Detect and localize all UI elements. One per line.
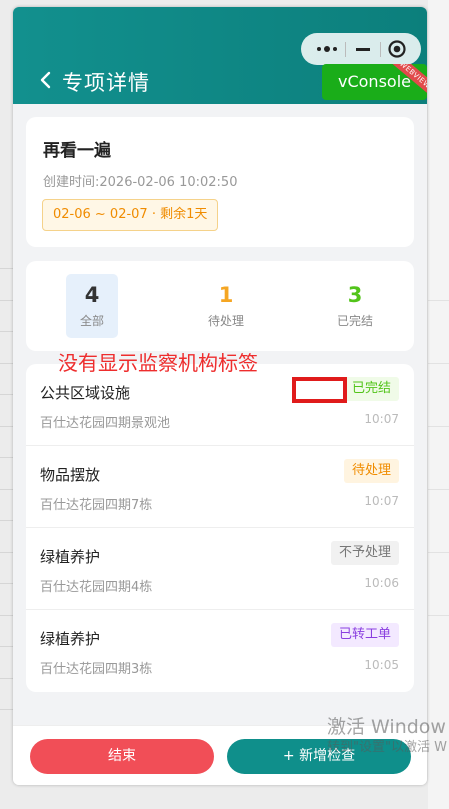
annotation-highlight-box [292, 377, 347, 403]
stat-tab-all[interactable]: 4 全部 [66, 274, 118, 338]
stat-tab-pending[interactable]: 1 待处理 [200, 274, 252, 338]
page-title: 专项详情 [62, 71, 150, 95]
capsule-divider [380, 42, 381, 57]
list-item[interactable]: 绿植养护 已转工单 百仕达花园四期3栋 10:05 [26, 610, 414, 692]
item-name: 绿植养护 [40, 630, 101, 648]
created-value: 2026-02-06 10:02:50 [99, 175, 238, 190]
item-address: 百仕达花园四期3栋 [40, 662, 153, 677]
inspection-info-card: 再看一遍 创建时间:2026-02-06 10:02:50 02-06 ~ 02… [26, 117, 414, 247]
more-dots-icon[interactable] [314, 40, 340, 58]
status-badge: 已转工单 [330, 623, 399, 647]
stat-count: 1 [218, 283, 234, 307]
status-badge: 已完结 [343, 377, 399, 401]
list-item[interactable]: 公共区域设施 已完结 百仕达花园四期景观池 10:07 [26, 364, 414, 446]
item-time: 10:06 [364, 576, 399, 590]
background-right-panel [428, 0, 449, 809]
stats-card: 4 全部 1 待处理 3 已完结 [26, 261, 414, 351]
inspection-title: 再看一遍 [43, 141, 111, 161]
item-time: 10:07 [364, 494, 399, 508]
back-arrow-icon[interactable] [38, 71, 54, 89]
add-check-button[interactable]: + 新增检查 [227, 739, 411, 774]
item-time: 10:05 [364, 658, 399, 672]
item-name: 绿植养护 [40, 548, 101, 566]
item-address: 百仕达花园四期4栋 [40, 580, 153, 595]
stat-count: 3 [347, 283, 363, 307]
item-time: 10:07 [364, 412, 399, 426]
stat-label: 待处理 [207, 314, 244, 328]
created-label: 创建时间: [43, 175, 100, 190]
created-time: 创建时间:2026-02-06 10:02:50 [43, 171, 237, 190]
end-button[interactable]: 结束 [30, 739, 214, 774]
miniprogram-capsule [301, 33, 421, 65]
item-address: 百仕达花园四期景观池 [40, 416, 171, 431]
nav-header: 专项详情 vConsole WEBVIEW [13, 7, 427, 104]
bottom-action-bar: 结束 + 新增检查 [13, 725, 427, 785]
list-item[interactable]: 物品摆放 待处理 百仕达花园四期7栋 10:07 [26, 446, 414, 528]
close-circle-icon[interactable] [387, 39, 407, 59]
capsule-divider [345, 42, 346, 57]
minimize-icon[interactable] [353, 40, 373, 58]
vconsole-button[interactable]: vConsole WEBVIEW [322, 64, 427, 100]
inspection-item-list: 公共区域设施 已完结 百仕达花园四期景观池 10:07 物品摆放 待处理 百仕达… [26, 364, 414, 692]
stat-label: 已完结 [336, 314, 373, 328]
mobile-frame: 专项详情 vConsole WEBVIEW 再看一遍 创建时间:2026-02-… [13, 7, 427, 785]
annotation-text: 没有显示监察机构标签 [58, 351, 258, 375]
vconsole-label: vConsole [338, 72, 411, 91]
item-address: 百仕达花园四期7栋 [40, 498, 153, 513]
stat-label: 全部 [79, 314, 104, 328]
date-range-tag: 02-06 ~ 02-07 · 剩余1天 [42, 199, 219, 231]
item-name: 公共区域设施 [40, 384, 131, 402]
list-item[interactable]: 绿植养护 不予处理 百仕达花园四期4栋 10:06 [26, 528, 414, 610]
status-badge: 不予处理 [330, 541, 399, 565]
stat-tab-done[interactable]: 3 已完结 [329, 274, 381, 338]
stat-count: 4 [84, 283, 100, 307]
item-name: 物品摆放 [40, 466, 101, 484]
status-badge: 待处理 [343, 459, 399, 483]
